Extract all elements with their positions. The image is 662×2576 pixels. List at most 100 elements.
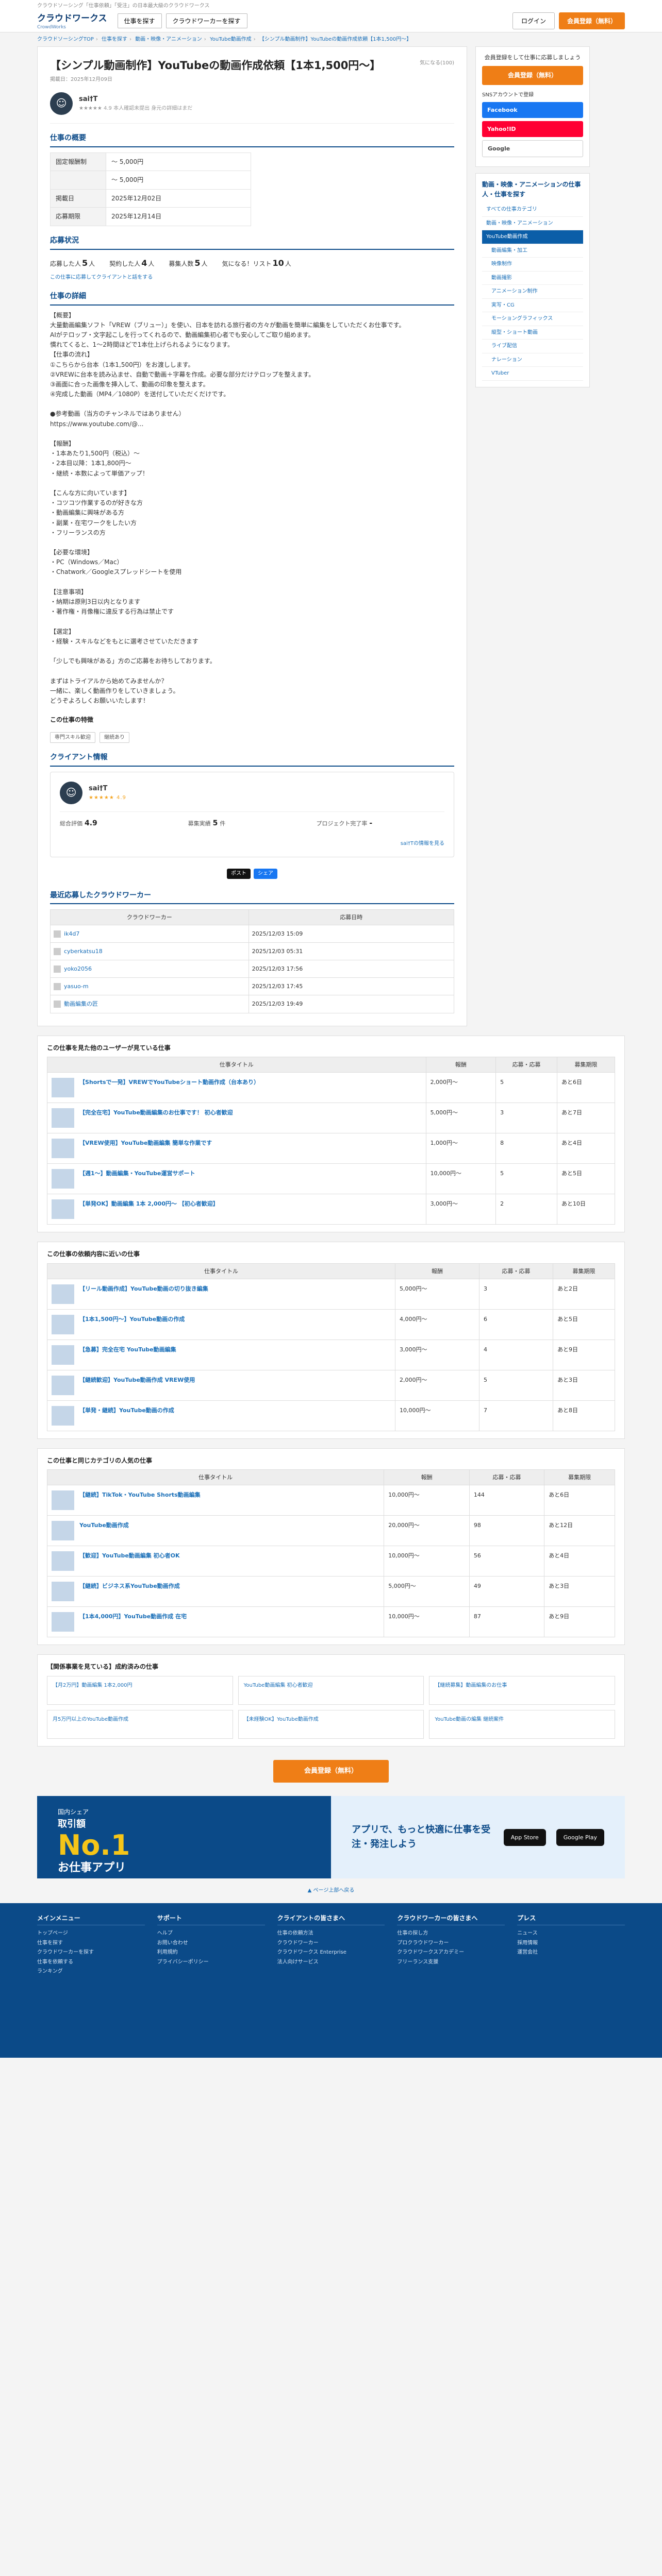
table-row: 動画編集の匠 2025/12/03 19:49: [50, 995, 455, 1013]
sidebar-item[interactable]: ナレーション: [482, 353, 583, 367]
job-thumbnail: [52, 1284, 74, 1304]
job-thumbnail: [52, 1108, 74, 1128]
related-job-card[interactable]: YouTube動画編集 初心者歓迎: [238, 1676, 424, 1705]
related-job-card[interactable]: 【未経験OK】YouTube動画作成: [238, 1710, 424, 1739]
job-row: YouTube動画作成 20,000円〜 98 あと12日: [46, 1515, 615, 1547]
job-thumbnail: [52, 1169, 74, 1189]
sidebar-item[interactable]: 縦型・ショート動画: [482, 326, 583, 340]
client-more-link[interactable]: sai†Tの情報を見る: [401, 841, 444, 846]
related-job-card[interactable]: 【月2万円】動画編集 1本2,000円: [47, 1676, 233, 1705]
job-thumbnail: [52, 1078, 74, 1098]
job-thumbnail: [52, 1490, 74, 1511]
job-thumbnail: [52, 1405, 74, 1426]
app-banner: 国内シェア 取引額 No.1 お仕事アプリ アプリで、もっと快適に仕事を受注・発…: [37, 1796, 625, 1879]
job-thumbnail: [52, 1521, 74, 1541]
job-thumbnail: [52, 1375, 74, 1395]
overview-heading: 仕事の概要: [50, 133, 454, 147]
breadcrumb: クラウドソーシングTOP › 仕事を探す › 動画・映像・アニメーション › YouT…: [37, 36, 412, 42]
related-jobs: 【関係事業を見ている】成約済みの仕事 【月2万円】動画編集 1本2,000円 Y…: [37, 1654, 625, 1747]
sidebar-item[interactable]: モーショングラフィックス: [482, 312, 583, 326]
apply-note-link[interactable]: この仕事に応募してクライアントと話をする: [50, 274, 454, 282]
job-row: 【週1〜】動画編集・YouTube運営サポート 10,000円〜 5 あと5日: [47, 1163, 615, 1195]
client-stat: 総合評価 4.9: [60, 819, 97, 827]
job-row: 【単発・継続】YouTube動画の作成 10,000円〜 7 あと8日: [47, 1400, 615, 1431]
job-thumbnail: [52, 1199, 74, 1219]
client-avatar[interactable]: ☺: [50, 92, 73, 115]
sidebar-item[interactable]: VTuber: [482, 367, 583, 381]
page-top-link[interactable]: ▲ ページ上部へ戻る: [0, 1878, 662, 1903]
facebook-login-button[interactable]: Facebook: [482, 102, 583, 118]
application-stats: 応募した人 5 人 契約した人 4 人 募集人数 5 人 気になる！リスト 10 人: [50, 258, 291, 268]
job-row: 【Shortsで一発】VREWでYouTubeショート動画作成（台本あり） 2,0…: [47, 1072, 615, 1104]
breadcrumb-item[interactable]: 動画・映像・アニメーション: [135, 37, 202, 42]
close-jobs: この仕事の依頼内容に近いの仕事 仕事タイトル 報酬 応募・応募 募集期限 【リール動画…: [37, 1242, 625, 1439]
favorite-link[interactable]: 気になる(100): [420, 59, 454, 67]
sidebar-item[interactable]: アニメーション制作: [482, 285, 583, 299]
user-icon: [54, 930, 61, 938]
bottom-register-button[interactable]: 会員登録（無料）: [273, 1760, 389, 1783]
register-button[interactable]: 会員登録（無料）: [558, 12, 625, 29]
breadcrumb-item[interactable]: YouTube動画作成: [210, 37, 252, 42]
sidebar-item[interactable]: 動画編集・加工: [482, 244, 583, 258]
post-share-button[interactable]: ポスト: [227, 869, 251, 879]
user-icon: [54, 983, 61, 991]
job-thumbnail: [52, 1582, 74, 1602]
client-name[interactable]: sai†T: [89, 784, 126, 794]
genre-heading: この仕事の特徴: [50, 716, 94, 724]
facebook-share-button[interactable]: シェア: [254, 869, 277, 879]
job-row: 【継続歓迎】YouTube動画作成 VREW使用 2,000円〜 5 あと3日: [47, 1369, 615, 1401]
job-row: 【継続】TikTok・YouTube Shorts動画編集 10,000円〜 144…: [46, 1485, 615, 1516]
share-buttons: ポスト シェア: [50, 869, 454, 879]
sidebar-item[interactable]: ライブ配信: [482, 340, 583, 353]
client-avatar[interactable]: ☺: [60, 781, 82, 804]
breadcrumb-item[interactable]: クラウドソーシングTOP: [37, 37, 94, 42]
related-job-card[interactable]: YouTube動画の編集 継続案件: [429, 1710, 615, 1739]
sidebar-item[interactable]: 実写・CG: [482, 299, 583, 313]
job-posted: 掲載日：2025年12月09日: [50, 77, 112, 83]
job-thumbnail: [52, 1314, 74, 1334]
sidebar-item[interactable]: 映像制作: [482, 258, 583, 272]
sidebar-item[interactable]: 動画撮影: [482, 272, 583, 285]
overview-table: 固定報酬制〜 5,000円 〜 5,000円 掲載日 2025年12月02日 応募…: [50, 152, 251, 226]
job-thumbnail: [52, 1139, 74, 1159]
client-summary: ☺ sai†T ★★★★★ 4.9 本人確認未提出 身元の詳細はまだ: [50, 92, 454, 124]
sidebar: 会員登録をして仕事に応募しましょう 会員登録（無料） SNSアカウントで登録 F…: [475, 46, 590, 394]
site-footer: メインメニュー トップページ 仕事を探す クラウドワーカーを探す 仕事を依頼する ランキン…: [0, 1903, 662, 2058]
related-job-card[interactable]: 月5万円以上のYouTube動画作成: [47, 1710, 233, 1739]
sidebar-item-active[interactable]: YouTube動画作成: [482, 230, 583, 244]
detail-heading: 仕事の詳細: [50, 291, 454, 306]
breadcrumb-item[interactable]: 仕事を探す: [102, 37, 127, 42]
category-menu: 動画・映像・アニメーションの仕事人・仕事を探す すべての仕事カテゴリ 動画・映像…: [475, 173, 590, 387]
apps-heading: 応募状況: [50, 235, 454, 250]
job-tag[interactable]: 継続あり: [100, 732, 129, 743]
job-main: 気になる(100) 【シンプル動画制作】YouTubeの動画作成依頼【1本1,5…: [37, 46, 467, 1026]
google-play-button[interactable]: Google Play: [556, 1828, 604, 1846]
client-info-box: ☺ sai†T ★★★★★ 4.9 総合評価 4.9 募集実績 5 件 プロジェクト完…: [50, 771, 454, 858]
similar-jobs: この仕事を見た他のユーザーが見ている仕事 仕事タイトル 報酬 応募・応募 募集期限 【…: [37, 1035, 625, 1233]
find-work-button[interactable]: 仕事を探す: [117, 13, 162, 28]
login-button[interactable]: ログイン: [512, 12, 555, 29]
job-title: 【シンプル動画制作】YouTubeの動画作成依頼【1本1,500円〜】: [50, 59, 381, 72]
workers-table: クラウドワーカー 応募日時 ik4d7 2025/12/03 15:09 cyber…: [50, 909, 455, 1013]
user-icon: [54, 948, 61, 956]
table-row: yoko2056 2025/12/03 17:56: [50, 960, 455, 978]
client-name[interactable]: sai†T: [79, 94, 192, 105]
client-meta: ★★★★★ 4.9 本人確認未提出 身元の詳細はまだ: [79, 106, 193, 112]
google-login-button[interactable]: Google: [482, 140, 583, 158]
job-tag[interactable]: 専門スキル歓迎: [50, 732, 95, 743]
client-stat: 募集実績 5 件: [188, 819, 226, 827]
sidebar-item[interactable]: すべての仕事カテゴリ: [482, 203, 583, 217]
user-icon: [54, 965, 61, 973]
yahoo-login-button[interactable]: Yahoo!ID: [482, 121, 583, 138]
related-job-card[interactable]: 【継続募集】動画編集のお仕事: [429, 1676, 615, 1705]
job-row: 【リール動画作成】YouTube動画の切り抜き編集 5,000円〜 3 あと2日: [47, 1278, 615, 1310]
sidebar-item[interactable]: 動画・映像・アニメーション: [482, 217, 583, 231]
job-description: 【概要】 大量動画編集ソフト「VREW（ブリュー）」を使い、日本を訪れる旅行者の…: [50, 311, 405, 704]
find-worker-button[interactable]: クラウドワーカーを探す: [166, 13, 247, 28]
job-row: 【VREW使用】YouTube動画編集 簡単な作業です 1,000円〜 8 あと4日: [47, 1133, 615, 1164]
sidebar-register-button[interactable]: 会員登録（無料）: [482, 66, 583, 85]
job-row: 【単発OK】動画編集 1本 2,000円〜 【初心者歓迎】 3,000円〜 2 あと1…: [47, 1194, 615, 1225]
app-store-button[interactable]: App Store: [503, 1828, 546, 1846]
site-logo[interactable]: クラウドワークス CrowdWorks: [37, 12, 107, 30]
table-row: cyberkatsu18 2025/12/03 05:31: [50, 942, 455, 961]
